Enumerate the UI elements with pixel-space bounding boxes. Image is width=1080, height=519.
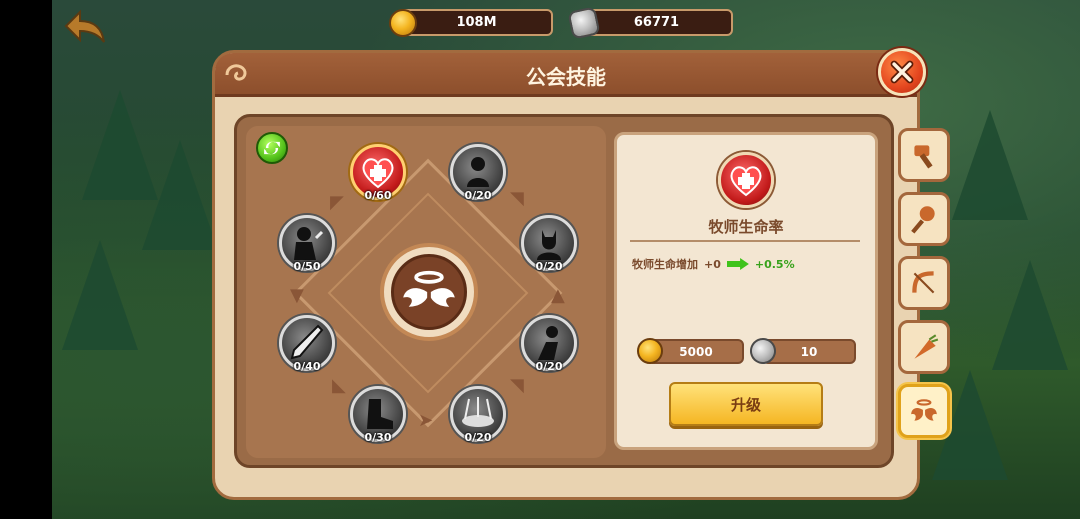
skill-progress: 0/20: [464, 189, 492, 202]
left-black-bar: [0, 0, 52, 519]
stone-amount: 66771: [633, 15, 680, 30]
skill-name: 牧师生命率: [708, 218, 784, 236]
refresh-icon: [264, 141, 280, 155]
hammer-icon: [914, 145, 933, 169]
staff-icon: [911, 206, 935, 234]
bow-icon: [912, 271, 935, 294]
path-arrow: ◥: [510, 375, 524, 396]
stone-display: 66771: [580, 9, 733, 36]
wings-icon: [911, 399, 937, 421]
gold-coin-icon: [389, 9, 417, 37]
panel-title: 公会技能: [526, 65, 606, 89]
tab-wings[interactable]: [898, 384, 950, 438]
effect-label: 牧师生命增加: [632, 258, 698, 271]
path-arrow: ▼: [290, 285, 304, 306]
path-arrow: ➤: [418, 410, 434, 431]
tree: [952, 110, 1028, 220]
close-icon: [890, 60, 914, 84]
skill-progress: 0/60: [364, 189, 392, 202]
tree: [62, 240, 138, 350]
path-arrow: ◥: [510, 188, 524, 209]
skill-progress: 0/30: [364, 431, 392, 444]
skill-progress: 0/20: [535, 260, 563, 273]
back-arrow-icon[interactable]: [62, 8, 108, 46]
heart-cross-icon: [730, 166, 762, 197]
gold-display: 108M: [400, 9, 553, 36]
tree: [992, 260, 1068, 370]
skill-progress: 0/40: [293, 360, 321, 373]
skill-progress: 0/20: [464, 431, 492, 444]
close-button[interactable]: [878, 48, 926, 96]
skill-progress: 0/50: [293, 260, 321, 273]
tab-hammer[interactable]: [898, 128, 950, 182]
path-arrow: ◣: [332, 375, 346, 396]
divider: [630, 240, 860, 242]
green-arrow-icon: [726, 258, 749, 270]
gold-cost-amount: 5000: [679, 344, 713, 359]
tab-staff[interactable]: [898, 192, 950, 246]
skill-effect: 牧师生命增加 +0 +0.5%: [632, 256, 795, 272]
gold-coin-icon: [637, 338, 663, 364]
guild-emblem: [380, 243, 478, 341]
effect-next: +0.5%: [754, 257, 795, 271]
reset-skills-button[interactable]: [256, 132, 288, 164]
tree: [142, 140, 218, 250]
tab-bow[interactable]: [898, 256, 950, 310]
upgrade-button[interactable]: 升级: [669, 382, 823, 426]
gold-amount: 108M: [456, 15, 497, 30]
effect-current: +0: [704, 257, 721, 271]
skill-progress: 0/20: [535, 360, 563, 373]
path-arrow: ◤: [330, 192, 344, 213]
tab-carrot[interactable]: [898, 320, 950, 374]
selected-skill-icon: [718, 152, 774, 208]
panel-header: 公会技能: [215, 53, 917, 97]
wings-halo-icon: [391, 254, 467, 330]
path-arrow: ▲: [551, 285, 565, 306]
carrot-icon: [914, 334, 939, 359]
stone-cost-amount: 10: [800, 344, 818, 359]
